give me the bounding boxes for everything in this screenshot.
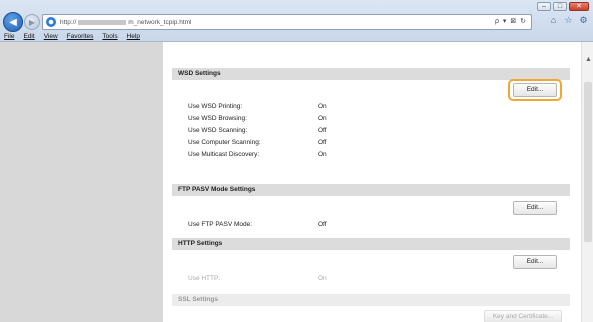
- setting-label: Use WSD Printing:: [188, 103, 243, 110]
- ftp-row: Use FTP PASV Mode: Off: [188, 220, 548, 230]
- wsd-edit-button[interactable]: Edit...: [513, 83, 557, 97]
- browser-toolbar-icons: ⌂ ☆ ⚙: [548, 15, 589, 26]
- close-button[interactable]: ✕: [569, 2, 589, 11]
- page-body: WSD Settings Edit... Use WSD Printing: O…: [0, 42, 593, 322]
- forward-button[interactable]: ▶: [24, 14, 40, 30]
- wsd-row: Use WSD Browsing: On: [188, 114, 548, 124]
- menu-bar: File Edit View Favorites Tools Help: [0, 32, 593, 42]
- http-row: Use HTTP: On: [188, 274, 548, 284]
- address-tools[interactable]: ρ ▾ ⊠ ↻: [495, 17, 527, 25]
- url-scheme: http://: [60, 18, 77, 26]
- setting-value: Off: [318, 221, 327, 228]
- wsd-row: Use WSD Scanning: Off: [188, 126, 548, 136]
- setting-label: Use Multicast Discovery:: [188, 151, 260, 158]
- ftp-edit-button[interactable]: Edit...: [513, 201, 557, 215]
- wsd-row: Use Computer Scanning: Off: [188, 138, 548, 148]
- setting-label: Use FTP PASV Mode:: [188, 221, 253, 228]
- menu-favorites[interactable]: Favorites: [67, 32, 94, 42]
- setting-value: On: [318, 115, 327, 122]
- ftp-pasv-settings-header: FTP PASV Mode Settings: [172, 184, 570, 196]
- url-path: m_network_tcpip.html: [128, 18, 192, 26]
- setting-value: Off: [318, 139, 327, 146]
- menu-tools[interactable]: Tools: [102, 32, 117, 42]
- menu-view[interactable]: View: [44, 32, 58, 42]
- ie-page-icon: [46, 17, 56, 27]
- scroll-thumb[interactable]: [584, 82, 592, 242]
- setting-value: On: [318, 275, 327, 282]
- forward-arrow-icon: ▶: [28, 17, 36, 27]
- window-controls: – □ ✕: [537, 2, 589, 11]
- menu-file[interactable]: File: [4, 32, 14, 42]
- setting-value: Off: [318, 127, 327, 134]
- wsd-row: Use Multicast Discovery: On: [188, 150, 548, 160]
- minimize-button[interactable]: –: [537, 2, 551, 11]
- wsd-settings-header: WSD Settings: [172, 68, 570, 80]
- http-settings-header: HTTP Settings: [172, 238, 570, 250]
- wsd-row: Use WSD Printing: On: [188, 102, 548, 112]
- url-text[interactable]: http:// m_network_tcpip.html: [60, 19, 192, 26]
- browser-chrome: – □ ✕ ◀ ▶ http:// m_network_tcpip.html ρ…: [0, 0, 593, 42]
- setting-label: Use WSD Browsing:: [188, 115, 247, 122]
- setting-label: Use WSD Scanning:: [188, 127, 248, 134]
- setting-value: On: [318, 151, 327, 158]
- setting-label: Use Computer Scanning:: [188, 139, 261, 146]
- back-arrow-icon: ◀: [9, 16, 17, 28]
- address-bar[interactable]: http:// m_network_tcpip.html ρ ▾ ⊠ ↻: [42, 14, 532, 30]
- menu-help[interactable]: Help: [127, 32, 140, 42]
- favorites-star-icon[interactable]: ☆: [563, 15, 574, 26]
- settings-gear-icon[interactable]: ⚙: [578, 15, 589, 26]
- setting-label: Use HTTP:: [188, 275, 221, 282]
- setting-value: On: [318, 103, 327, 110]
- vertical-scrollbar[interactable]: ▲: [581, 42, 593, 322]
- http-edit-button[interactable]: Edit...: [513, 255, 557, 269]
- key-and-certificate-button[interactable]: Key and Certificate...: [484, 310, 562, 322]
- ssl-settings-header: SSL Settings: [172, 294, 570, 306]
- scroll-up-arrow-icon[interactable]: ▲: [585, 56, 592, 63]
- maximize-button[interactable]: □: [553, 2, 567, 11]
- back-button[interactable]: ◀: [3, 12, 23, 32]
- home-icon[interactable]: ⌂: [548, 15, 559, 26]
- url-redacted-host: [78, 19, 127, 25]
- menu-edit[interactable]: Edit: [23, 32, 34, 42]
- left-navigation-pane: [0, 42, 163, 322]
